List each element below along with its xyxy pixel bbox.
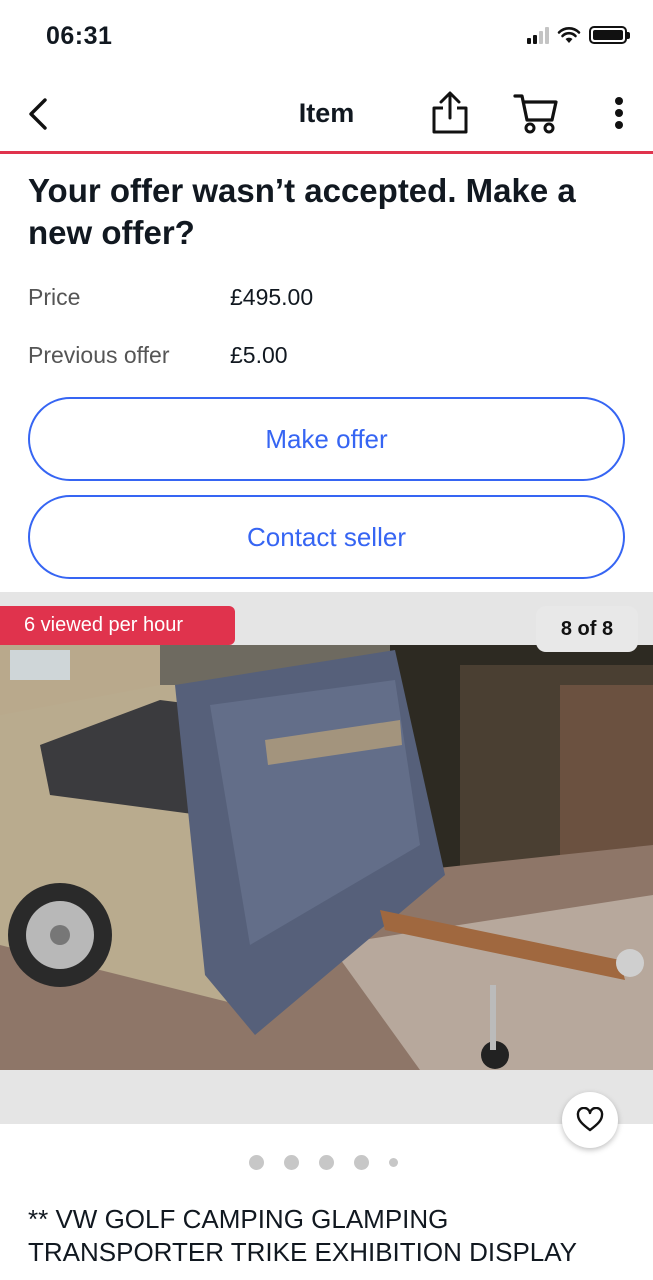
price-value: £495.00 — [230, 284, 314, 310]
status-bar: 06:31 — [0, 0, 653, 76]
signal-icon — [527, 26, 549, 44]
offer-status-heading: Your offer wasn’t accepted. Make a new o… — [28, 172, 576, 251]
wifi-icon — [557, 27, 581, 43]
favorite-button[interactable] — [562, 1092, 618, 1148]
carousel-dots[interactable] — [249, 1155, 398, 1170]
nav-bar: Item — [0, 76, 653, 154]
carousel-dot[interactable] — [354, 1155, 369, 1170]
photo-gallery[interactable] — [0, 592, 653, 1124]
carousel-dot[interactable] — [284, 1155, 299, 1170]
carousel-dot[interactable] — [249, 1155, 264, 1170]
listing-title: ** VW GOLF CAMPING GLAMPING TRANSPORTER … — [28, 1204, 578, 1267]
previous-offer-value: £5.00 — [230, 342, 288, 368]
contact-seller-button[interactable]: Contact seller — [28, 495, 625, 579]
views-badge: 6 viewed per hour — [0, 606, 235, 645]
status-time: 06:31 — [46, 22, 113, 50]
battery-icon — [589, 26, 630, 44]
photo-counter: 8 of 8 — [536, 606, 638, 652]
more-vertical-icon[interactable] — [604, 94, 634, 134]
cart-icon[interactable] — [512, 90, 560, 136]
previous-offer-label: Previous offer — [28, 342, 170, 368]
nav-divider — [0, 151, 653, 154]
carousel-dot[interactable] — [389, 1158, 398, 1167]
status-icons — [527, 26, 630, 44]
listing-photo[interactable] — [0, 645, 653, 1070]
make-offer-button[interactable]: Make offer — [28, 397, 625, 481]
heart-outline-icon — [576, 1107, 604, 1132]
carousel-dot[interactable] — [319, 1155, 334, 1170]
share-icon[interactable] — [428, 90, 472, 136]
price-label: Price — [28, 284, 81, 310]
